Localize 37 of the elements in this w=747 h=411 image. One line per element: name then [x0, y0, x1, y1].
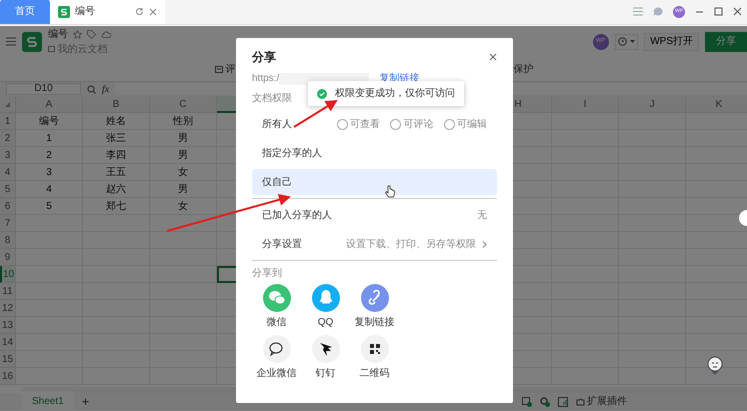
plugins-label: 扩展插件	[587, 394, 627, 409]
tool-label: 评	[226, 63, 236, 77]
table-cell: 张三	[83, 130, 150, 147]
share-to-label: 分享到	[252, 266, 283, 281]
table-cell: 1	[16, 130, 83, 147]
table-cell: 姓名	[83, 113, 150, 130]
option-label: 仅自己	[262, 176, 292, 190]
tab-title: 编号	[75, 4, 95, 19]
dialog-title: 分享	[252, 49, 276, 66]
option-label: 所有人	[262, 118, 292, 132]
table-cell: 男	[150, 147, 217, 164]
table-cell: 王五	[83, 164, 150, 181]
row-label: 分享设置	[262, 238, 302, 252]
row-value: 无	[477, 208, 487, 222]
link-prefix: https:/	[252, 72, 280, 86]
document-title: 编号	[48, 28, 68, 42]
row-label: 已加入分享的人	[262, 208, 332, 222]
table-cell: 赵六	[83, 181, 150, 198]
toast-message: 权限变更成功，仅你可访问	[335, 86, 455, 101]
table-cell: 李四	[83, 147, 150, 164]
table-cell: 2	[16, 147, 83, 164]
radio-label: 可编辑	[457, 118, 487, 132]
table-cell: 女	[150, 198, 217, 215]
table-cell: 4	[16, 181, 83, 198]
table-cell: 男	[150, 130, 217, 147]
table-cell: 性别	[150, 113, 217, 130]
table-cell: 郑七	[83, 198, 150, 215]
row-value: 设置下载、打印、另存等权限	[346, 238, 476, 252]
radio-label: 可评论	[404, 118, 434, 132]
permission-label: 文档权限	[252, 93, 292, 104]
table-cell: 5	[16, 198, 83, 215]
table-cell: 女	[150, 164, 217, 181]
table-cell: 男	[150, 181, 217, 198]
table-cell: 编号	[16, 113, 83, 130]
table-cell: 3	[16, 164, 83, 181]
radio-label: 可查看	[350, 118, 380, 132]
option-label: 指定分享的人	[262, 146, 322, 160]
